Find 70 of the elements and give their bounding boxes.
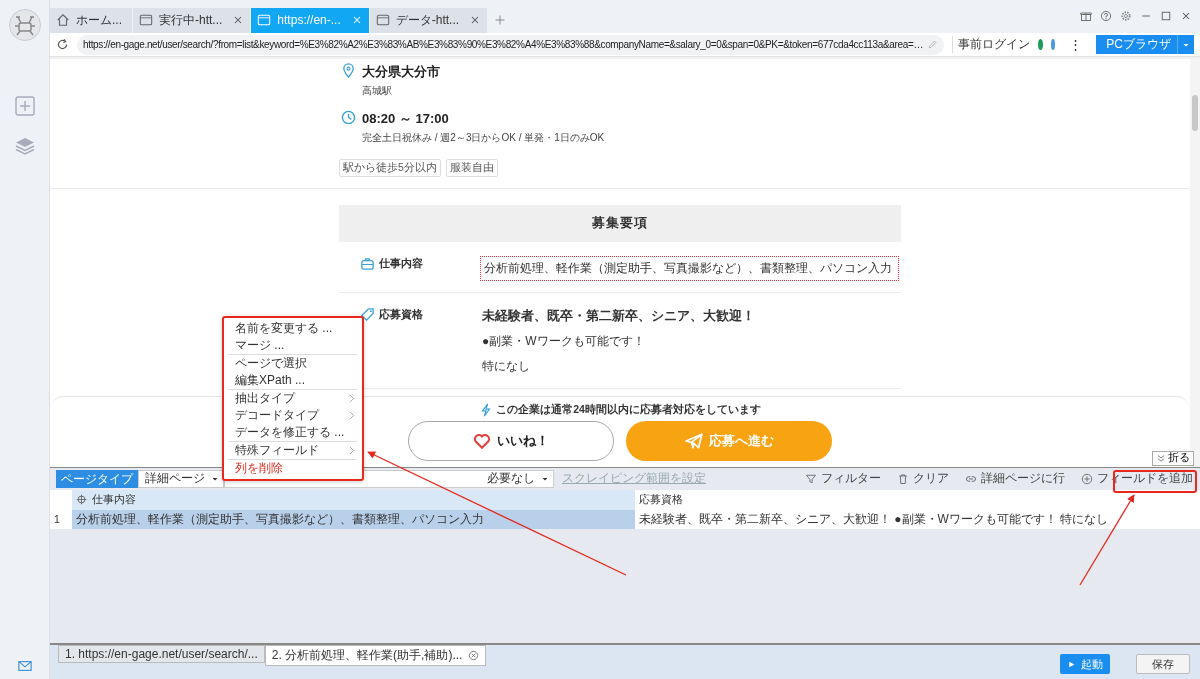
heart-icon — [473, 432, 491, 451]
help-icon[interactable] — [1100, 10, 1112, 23]
new-task-icon[interactable] — [14, 96, 35, 116]
double-chevron-icon — [1156, 453, 1166, 464]
column-header[interactable]: 応募資格 — [635, 489, 1200, 510]
page-type-select[interactable]: 詳細ページ — [138, 469, 224, 488]
menu-item[interactable]: 名前を変更する ... — [229, 320, 357, 337]
play-icon — [1067, 659, 1076, 669]
add-icon — [1081, 472, 1093, 485]
page-icon — [375, 13, 390, 28]
settings-icon[interactable] — [1120, 10, 1132, 23]
city-name: 大分県大分市 — [362, 63, 440, 82]
login-link[interactable]: 事前ログイン — [952, 36, 1031, 54]
section-heading: 募集要項 — [339, 205, 901, 243]
work-hours: 08:20 ～ 17:00 — [362, 110, 450, 129]
menu-item[interactable]: マージ ... — [229, 337, 357, 354]
step-tab[interactable]: 1. https://en-gage.net/user/search/... — [58, 645, 265, 664]
like-button[interactable]: いいね！ — [408, 421, 614, 462]
menu-item[interactable]: データを修正する ... — [229, 424, 357, 441]
crab-logo-icon[interactable] — [8, 9, 41, 41]
location-pin-icon — [341, 63, 356, 79]
crosshair-icon[interactable] — [76, 494, 87, 506]
row-value: 分析前処理、軽作業（測定助手、写真撮影など）、書類整理、パソコン入力 — [482, 258, 897, 280]
filter-icon — [805, 472, 817, 485]
menu-item[interactable]: デコードタイプ — [229, 407, 357, 424]
feature-tag: 服装自由 — [445, 159, 498, 178]
reload-icon[interactable] — [56, 38, 69, 52]
new-tab-icon[interactable] — [494, 14, 507, 27]
menu-item[interactable]: 抽出タイプ — [229, 390, 357, 407]
layers-icon[interactable] — [14, 136, 35, 156]
mail-icon[interactable] — [17, 659, 32, 673]
row-value: ●副業・Wワークも可能です！ — [482, 333, 646, 351]
schedule-note: 完全土日祝休み / 週2～3日からOK / 単発・1日のみOK — [362, 131, 605, 146]
bolt-icon — [479, 403, 494, 418]
row-value: 特になし — [482, 358, 531, 376]
save-button[interactable]: 保存 — [1136, 654, 1190, 675]
row-label: 応募資格 — [379, 307, 423, 323]
paper-plane-icon — [684, 432, 703, 451]
scrollbar-thumb[interactable] — [1192, 95, 1198, 132]
gift-icon[interactable] — [1080, 10, 1092, 23]
row-label: 仕事内容 — [379, 256, 423, 272]
more-menu-icon[interactable]: ⋮ — [1063, 37, 1089, 53]
tag-icon — [360, 307, 375, 323]
address-field[interactable]: https://en-gage.net/user/search/?from=list&keyword=%E3%82%A2%E3%83%AB%E3%83%90%E3%82%A4%E3%83%88&companyName=&salary_0=0&span=0&PK=&token=677cda4cc113a&area=… — [77, 34, 945, 55]
browser-tab[interactable]: 実行中-htt... — [133, 7, 252, 33]
toolbar-button[interactable]: クリア — [894, 468, 952, 490]
browser-tab[interactable]: データ-htt... — [369, 7, 489, 33]
menu-item[interactable]: ページで選択 — [229, 355, 357, 372]
briefcase-icon — [360, 256, 375, 272]
pencil-icon[interactable] — [927, 39, 939, 51]
page-icon — [139, 13, 153, 28]
maximize-icon[interactable] — [1160, 10, 1172, 23]
column-header[interactable]: 仕事内容 — [72, 489, 635, 510]
menu-item[interactable]: 編集XPath ... — [229, 372, 357, 389]
index-header-cell — [50, 489, 72, 510]
home-icon — [56, 13, 70, 28]
feature-tag: 駅から徒歩5分以内 — [339, 159, 441, 178]
clock-icon — [341, 110, 356, 126]
requirement-heading: 未経験者、既卒・第二新卒、シニア、大歓迎！ — [482, 307, 756, 326]
toolbar-button[interactable]: フィルター — [802, 468, 884, 490]
response-notice: この企業は通常24時間以内に応募者対応をしています — [496, 403, 761, 418]
browser-tab[interactable]: ホーム... — [50, 7, 133, 33]
step-tab[interactable]: 2. 分析前処理、軽作業(助手,補助)... — [264, 645, 487, 667]
page-icon — [257, 13, 272, 28]
menu-item[interactable]: 特殊フィールド — [229, 442, 357, 459]
trash-icon — [897, 472, 909, 485]
station-name: 高城駅 — [362, 84, 393, 99]
close-icon[interactable] — [468, 650, 480, 662]
page-type-label: ページタイプ — [56, 469, 138, 488]
toolbar-button[interactable]: 詳細ページに行 — [962, 468, 1068, 490]
